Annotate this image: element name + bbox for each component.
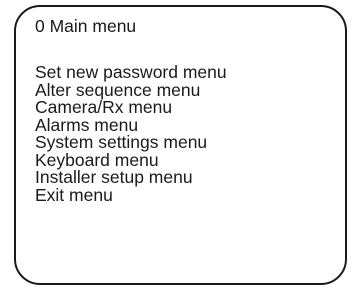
menu-item-system-settings[interactable]: System settings menu [35,133,227,152]
menu-title: 0 Main menu [35,16,137,36]
menu-item-camera-rx[interactable]: Camera/Rx menu [35,98,227,117]
menu-item-exit[interactable]: Exit menu [35,186,227,205]
main-menu-list: Set new password menu Alter sequence men… [35,63,227,205]
menu-item-set-new-password[interactable]: Set new password menu [35,63,227,82]
menu-item-installer-setup[interactable]: Installer setup menu [35,168,227,187]
menu-display-panel: 0 Main menu Set new password menu Alter … [14,5,347,285]
